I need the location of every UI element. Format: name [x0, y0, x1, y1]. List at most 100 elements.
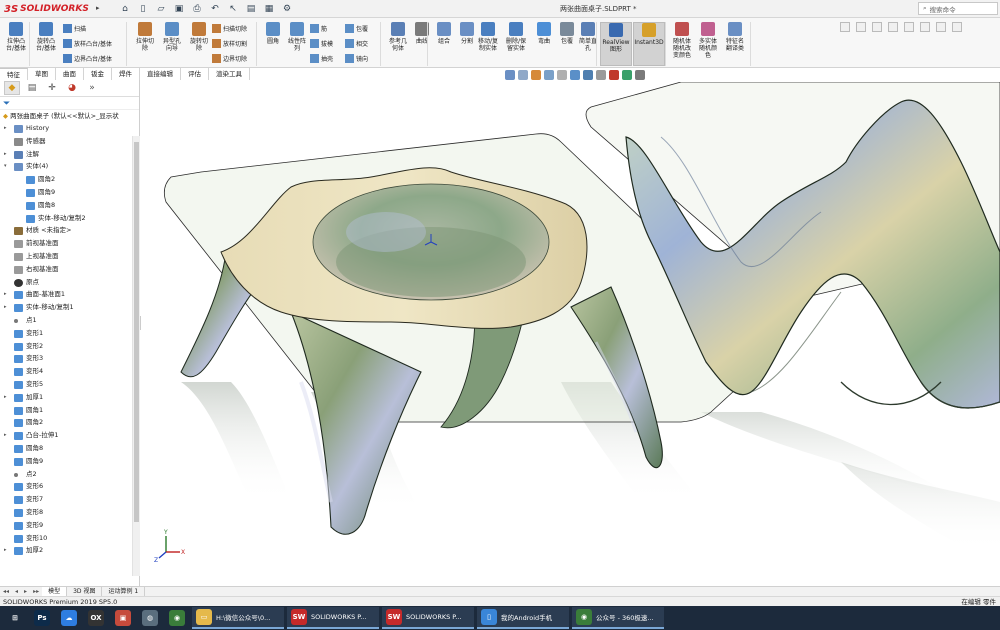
apply-scene-icon[interactable] — [622, 70, 632, 80]
tree-item[interactable]: 前视基准面 — [0, 237, 139, 250]
ribbon-button-feature-translate[interactable]: 特征名 翻译类 — [722, 22, 748, 66]
ribbon-item-intersect[interactable]: 相交 — [345, 39, 368, 48]
display-manager-tab-icon[interactable]: ◕ — [64, 81, 80, 95]
tab-4[interactable]: 焊件 — [112, 68, 140, 80]
tab-7[interactable]: 渲染工具 — [209, 68, 250, 80]
tab-2[interactable]: 曲面 — [56, 68, 84, 80]
tree-item[interactable]: 变形1 — [0, 327, 139, 340]
ribbon-item-draft[interactable]: 拔模 — [310, 39, 333, 48]
tree-item[interactable]: 变形8 — [0, 506, 139, 519]
filter-edges-icon[interactable] — [856, 22, 866, 32]
tree-item[interactable]: ▸ 曲面-基准面1 — [0, 288, 139, 301]
ribbon-button-extrude-cut[interactable]: 拉伸切 除 — [132, 22, 158, 66]
tab-nav-next-icon[interactable]: ▸ — [21, 587, 30, 596]
taskbar-pinned-app[interactable]: ◉ — [165, 607, 189, 629]
tree-item[interactable]: 圆角8 — [0, 199, 139, 212]
scrollbar-thumb[interactable] — [134, 142, 139, 522]
ribbon-item-loft[interactable]: 放样凸台/基体 — [63, 39, 112, 48]
ribbon-button-revolve-cut[interactable]: 旋转切 除 — [186, 22, 212, 66]
expand-toggle-icon[interactable]: ▸ — [4, 544, 10, 557]
tree-item[interactable]: 上视基准面 — [0, 250, 139, 263]
filter-planes-icon[interactable] — [904, 22, 914, 32]
expand-toggle-icon[interactable]: ▾ — [4, 160, 10, 173]
expand-toggle-icon[interactable]: ▸ — [4, 429, 10, 442]
display-style-icon[interactable] — [583, 70, 593, 80]
bottom-tab-0[interactable]: 模型 — [42, 587, 68, 596]
tab-nav-prev-icon[interactable]: ◂ — [12, 587, 21, 596]
rebuild-icon[interactable]: ▤ — [244, 2, 258, 16]
tree-item[interactable]: 圆角9 — [0, 186, 139, 199]
ribbon-item-boundary[interactable]: 边界凸台/基体 — [63, 54, 112, 63]
tree-item[interactable]: 变形2 — [0, 340, 139, 353]
tab-3[interactable]: 钣金 — [84, 68, 112, 80]
ribbon-button-realview[interactable]: RealView 图形 — [600, 22, 632, 66]
tree-item[interactable]: 变形5 — [0, 378, 139, 391]
filter-icon[interactable] — [840, 22, 850, 32]
expand-toggle-icon[interactable]: ▸ — [4, 301, 10, 314]
save-icon[interactable]: ▣ — [172, 2, 186, 16]
dynamic-annotation-icon[interactable] — [557, 70, 567, 80]
tree-item[interactable]: ▸ History — [0, 122, 139, 135]
expand-toggle-icon[interactable]: ▸ — [4, 122, 10, 135]
section-view-icon[interactable] — [544, 70, 554, 80]
new-document-icon[interactable]: ▯ — [136, 2, 150, 16]
ribbon-button-random-color[interactable]: 随机体 随机改 变颜色 — [669, 22, 695, 66]
filter-sketch-icon[interactable] — [936, 22, 946, 32]
filter-vertices-icon[interactable] — [888, 22, 898, 32]
tree-item[interactable]: ▸ 加厚1 — [0, 391, 139, 404]
tab-5[interactable]: 直接编辑 — [140, 68, 181, 80]
ribbon-button-move-copy[interactable]: 移动/复 制实体 — [475, 22, 501, 66]
tree-item[interactable]: 传感器 — [0, 135, 139, 148]
taskbar-pinned-app[interactable]: ▣ — [111, 607, 135, 629]
hide-show-items-icon[interactable] — [596, 70, 606, 80]
view-orientation-icon[interactable] — [570, 70, 580, 80]
expand-toggle-icon[interactable]: ▸ — [4, 391, 10, 404]
tab-6[interactable]: 评估 — [181, 68, 209, 80]
tree-item[interactable]: 原点 — [0, 276, 139, 289]
ribbon-button-hole-wizard[interactable]: 异型孔 向导 — [159, 22, 185, 66]
tree-item[interactable]: 圆角2 — [0, 416, 139, 429]
part-root-item[interactable]: ◆ 两张曲面桌子 (默认<<默认>_显示状 — [0, 110, 139, 122]
ribbon-item-sweep-cut[interactable]: 扫描切除 — [212, 24, 247, 33]
ribbon-button-linear-pattern[interactable]: 线性阵 列 — [284, 22, 310, 66]
feature-tree-scrollbar[interactable] — [132, 136, 140, 576]
tree-item[interactable]: 实体-移动/复制2 — [0, 212, 139, 225]
configuration-manager-tab-icon[interactable]: ✛ — [44, 81, 60, 95]
ribbon-item-wrap-small[interactable]: 包覆 — [345, 24, 368, 33]
menu-expand-icon[interactable]: ▸ — [96, 4, 104, 14]
open-folder-icon[interactable]: ▱ — [154, 2, 168, 16]
ribbon-item-boundary-cut[interactable]: 边界切除 — [212, 54, 247, 63]
zoom-fit-icon[interactable] — [505, 70, 515, 80]
ribbon-item-shell[interactable]: 抽壳 — [310, 54, 333, 63]
ribbon-button-extrude-boss[interactable]: 拉伸凸 台/基体 — [3, 22, 29, 66]
filter-clear-icon[interactable] — [952, 22, 962, 32]
file-properties-icon[interactable]: ▦ — [262, 2, 276, 16]
tab-0[interactable]: 特征 — [0, 68, 28, 80]
view-settings-icon[interactable] — [635, 70, 645, 80]
tab-nav-last-icon[interactable]: ▸▸ — [30, 587, 42, 596]
home-icon[interactable]: ⌂ — [118, 2, 132, 16]
tree-item[interactable]: ▸ 凸台-拉伸1 — [0, 429, 139, 442]
tree-item[interactable]: ▸ 加厚2 — [0, 544, 139, 557]
bottom-tab-1[interactable]: 3D 视图 — [67, 587, 103, 596]
tree-item[interactable]: ▸ 实体-移动/复制1 — [0, 301, 139, 314]
filter-axes-icon[interactable] — [920, 22, 930, 32]
bottom-tab-2[interactable]: 运动算例 1 — [102, 587, 146, 596]
edit-appearance-icon[interactable] — [609, 70, 619, 80]
tree-item[interactable]: 材质 <未指定> — [0, 224, 139, 237]
tree-item[interactable]: 圆角8 — [0, 442, 139, 455]
tree-item[interactable]: ▾ 实体(4) — [0, 160, 139, 173]
taskbar-pinned-app[interactable]: ☁ — [57, 607, 81, 629]
filter-faces-icon[interactable] — [872, 22, 882, 32]
taskbar-pinned-app[interactable]: Ps — [30, 607, 54, 629]
tree-item[interactable]: 变形4 — [0, 365, 139, 378]
ribbon-item-rib[interactable]: 筋 — [310, 24, 327, 33]
ribbon-button-multibody-color[interactable]: 多实体 随机颜 色 — [695, 22, 721, 66]
undo-icon[interactable]: ↶ — [208, 2, 222, 16]
ribbon-button-fillet[interactable]: 圆角 — [260, 22, 286, 66]
ribbon-button-reference-geometry[interactable]: 参考几 何体 — [385, 22, 411, 66]
solidworks-logo[interactable]: 3S SOLIDWORKS — [4, 2, 89, 16]
previous-view-icon[interactable] — [531, 70, 541, 80]
ribbon-button-revolve-boss[interactable]: 旋转凸 台/基体 — [33, 22, 59, 66]
ribbon-button-simple-hole[interactable]: 简单直 孔 — [575, 22, 601, 66]
